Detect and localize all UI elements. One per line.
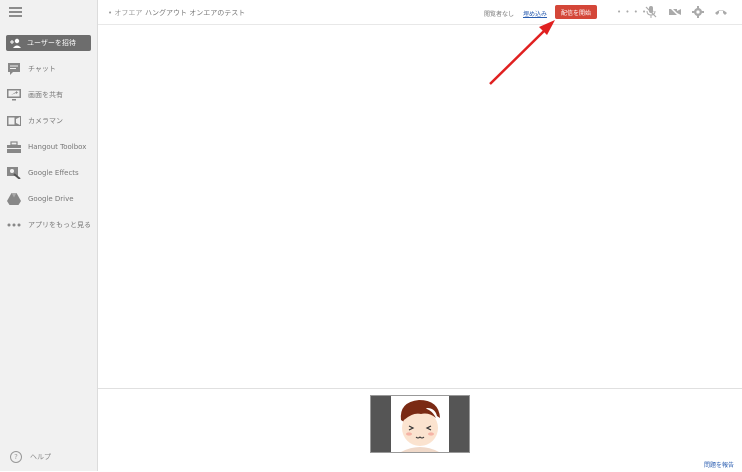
invite-users-label: ユーザーを招待 <box>27 39 76 47</box>
hang-up-icon[interactable] <box>714 6 728 18</box>
camera-off-icon[interactable] <box>669 6 681 18</box>
top-bar: • オフエア ハングアウト オンエアのテスト 閲覧者なし 埋め込み 配信を開始 … <box>98 0 742 25</box>
viewer-count: 閲覧者なし <box>484 11 515 18</box>
sidebar-item-label: Google Drive <box>28 195 74 203</box>
toolbox-icon <box>7 141 21 153</box>
sidebar-item-cameraman[interactable]: カメラマン <box>0 113 97 129</box>
sidebar-item-label: アプリをもっと見る <box>28 221 91 229</box>
mute-mic-icon[interactable] <box>645 6 657 18</box>
sidebar-item-label: チャット <box>28 65 56 73</box>
effects-icon <box>7 167 21 179</box>
add-person-icon <box>10 38 21 48</box>
hangout-title: ハングアウト オンエアのテスト <box>145 9 246 17</box>
sidebar-item-label: 画面を共有 <box>28 91 63 99</box>
help-icon: ? <box>10 451 22 463</box>
sidebar-item-chat[interactable]: チャット <box>0 61 97 77</box>
drive-icon <box>7 193 21 205</box>
menu-icon[interactable] <box>9 7 22 17</box>
start-broadcast-button[interactable]: 配信を開始 <box>555 5 597 19</box>
cameraman-icon <box>7 115 21 127</box>
participant-filmstrip: 問題を報告 <box>98 388 742 472</box>
more-apps-icon <box>7 219 21 231</box>
sidebar-item-drive[interactable]: Google Drive <box>0 191 97 207</box>
gear-icon[interactable] <box>692 6 704 18</box>
sidebar-item-label: Hangout Toolbox <box>28 143 87 151</box>
sidebar-item-label: Google Effects <box>28 169 79 177</box>
screenshare-icon <box>7 89 21 101</box>
chat-icon <box>7 63 21 75</box>
sidebar-item-effects[interactable]: Google Effects <box>0 165 97 181</box>
report-problem-link[interactable]: 問題を報告 <box>704 460 734 469</box>
help-label: ヘルプ <box>30 453 51 461</box>
annotation-arrow <box>489 20 555 85</box>
sidebar-item-label: カメラマン <box>28 117 63 125</box>
sidebar: ユーザーを招待 チャット 画面を共有 カメラマン Hangout Toolbox… <box>0 0 98 471</box>
sidebar-item-toolbox[interactable]: Hangout Toolbox <box>0 139 97 155</box>
embed-link[interactable]: 埋め込み <box>523 9 547 18</box>
avatar <box>391 396 449 452</box>
sidebar-item-screenshare[interactable]: 画面を共有 <box>0 87 97 103</box>
participant-thumbnail[interactable] <box>370 395 470 453</box>
sidebar-item-more-apps[interactable]: アプリをもっと見る <box>0 217 97 233</box>
invite-users-button[interactable]: ユーザーを招待 <box>6 35 91 51</box>
help-link[interactable]: ? ヘルプ <box>0 449 97 465</box>
broadcast-status: • オフエア <box>108 9 143 17</box>
